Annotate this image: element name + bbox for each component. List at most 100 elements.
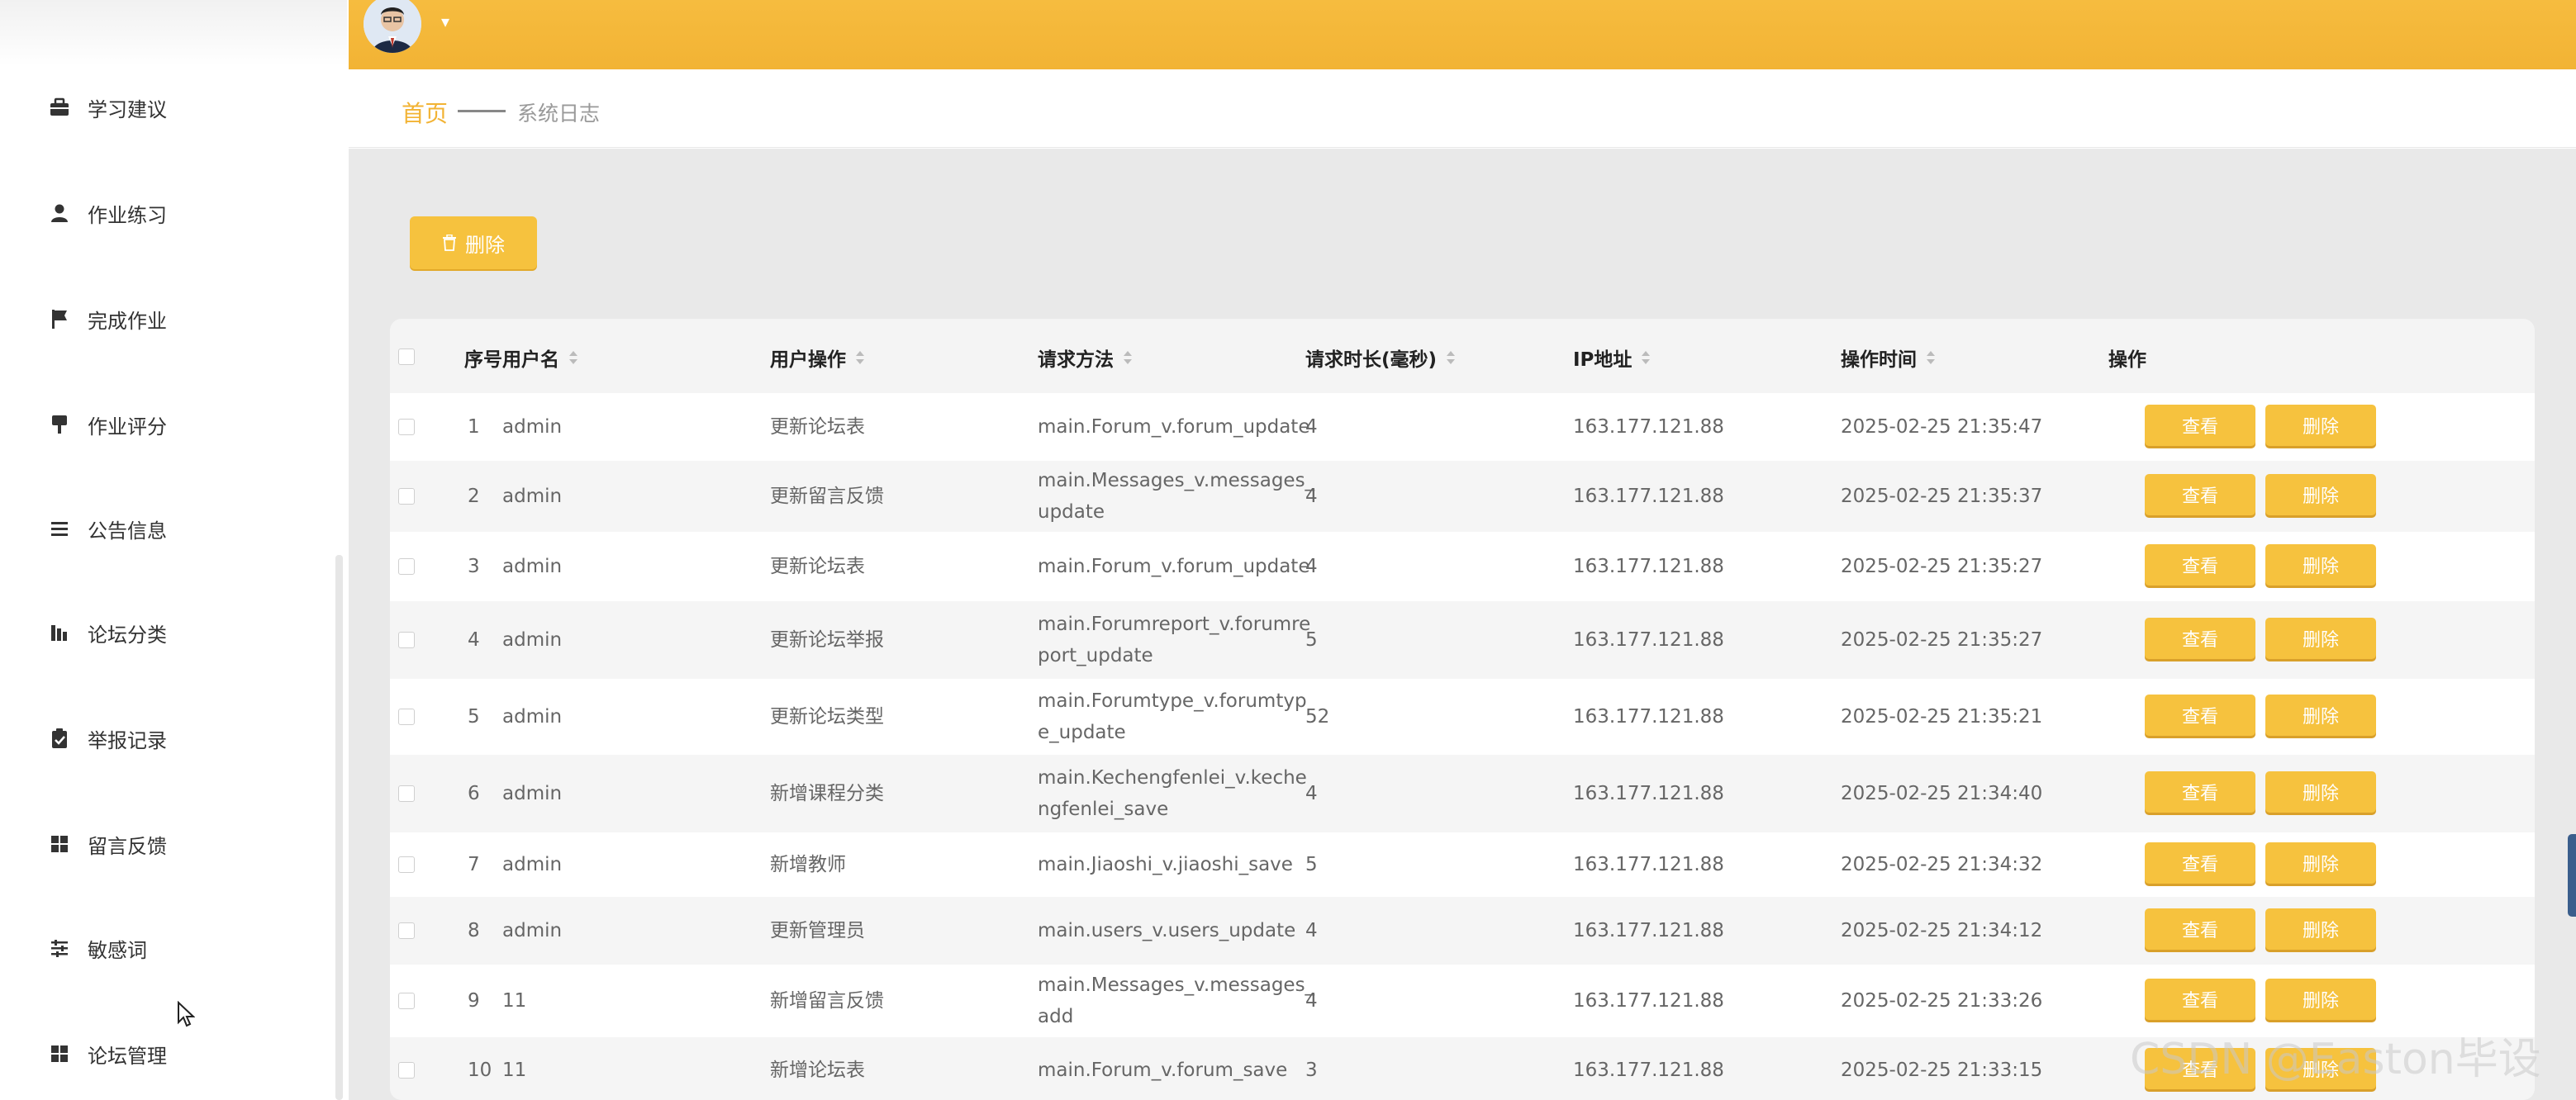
- row-delete-button[interactable]: 删除: [2265, 908, 2376, 950]
- view-button[interactable]: 查看: [2145, 908, 2255, 950]
- view-button[interactable]: 查看: [2145, 771, 2255, 813]
- sidebar-item-forum-management[interactable]: 论坛管理: [46, 1029, 167, 1079]
- col-header-method[interactable]: 请求方法: [1038, 344, 1134, 372]
- cell-time: 2025-02-25 21:35:47: [1841, 416, 2043, 438]
- briefcase-icon: [46, 94, 73, 121]
- row-delete-button[interactable]: 删除: [2265, 771, 2376, 813]
- sidebar-item-label: 公告信息: [88, 519, 167, 543]
- sort-icon[interactable]: [854, 350, 866, 365]
- cell-time: 2025-02-25 21:34:40: [1841, 783, 2043, 804]
- view-button[interactable]: 查看: [2145, 544, 2255, 586]
- col-header-label: 用户操作: [770, 349, 846, 371]
- sidebar-item-sensitive-words[interactable]: 敏感词: [46, 923, 147, 973]
- cell-username: admin: [502, 920, 563, 941]
- log-table: 序号 用户名 用户操作 请求方法 请求时长(毫秒) IP地址 操作时间 操作 1…: [390, 319, 2535, 1100]
- view-button[interactable]: 查看: [2145, 979, 2255, 1020]
- cell-operation: 更新留言反馈: [770, 486, 884, 507]
- cell-duration: 52: [1305, 706, 1330, 728]
- view-button[interactable]: 查看: [2145, 474, 2255, 515]
- col-header-duration[interactable]: 请求时长(毫秒): [1305, 344, 1457, 372]
- batch-delete-button[interactable]: 删除: [410, 216, 537, 269]
- sidebar-item-announcements[interactable]: 公告信息: [46, 504, 167, 553]
- table-row: 3 admin 更新论坛表 4 163.177.121.88 2025-02-25 21:…: [390, 532, 2535, 603]
- col-header-label: IP地址: [1573, 349, 1633, 371]
- col-header-operation[interactable]: 用户操作: [770, 344, 866, 372]
- cell-duration: 5: [1305, 854, 1318, 875]
- sort-icon[interactable]: [1640, 350, 1652, 365]
- view-button[interactable]: 查看: [2145, 618, 2255, 659]
- sidebar-item-label: 举报记录: [88, 728, 167, 752]
- cell-time: 2025-02-25 21:33:26: [1841, 990, 2043, 1012]
- col-header-label: 请求方法: [1038, 349, 1114, 371]
- row-checkbox[interactable]: [398, 993, 415, 1009]
- cell-ip: 163.177.121.88: [1573, 706, 1724, 728]
- view-button[interactable]: 查看: [2145, 405, 2255, 446]
- cell-operation: 更新论坛类型: [770, 706, 884, 728]
- sort-icon[interactable]: [1925, 350, 1937, 365]
- sidebar-item-study-advice[interactable]: 学习建议: [46, 83, 167, 132]
- cell-username: admin: [502, 556, 563, 577]
- row-checkbox[interactable]: [398, 785, 415, 802]
- sidebar-item-complete-homework[interactable]: 完成作业: [46, 294, 167, 344]
- sidebar-item-homework-practice[interactable]: 作业练习: [46, 188, 167, 238]
- cell-ip: 163.177.121.88: [1573, 920, 1724, 941]
- sidebar-item-forum-categories[interactable]: 论坛分类: [46, 608, 167, 657]
- table-row: 4 admin 更新论坛举报 5 163.177.121.88 2025-02-25 21…: [390, 601, 2535, 680]
- sidebar: 学习建议 作业练习 完成作业 作业评分 公告信息 论坛分类 举报记录 留言反馈 …: [0, 0, 347, 1100]
- cell-time: 2025-02-25 21:35:27: [1841, 629, 2043, 651]
- sidebar-item-label: 作业练习: [88, 203, 167, 227]
- select-all-checkbox[interactable]: [398, 348, 415, 365]
- sidebar-item-homework-grading[interactable]: 作业评分: [46, 400, 167, 449]
- row-delete-button[interactable]: 删除: [2265, 544, 2376, 586]
- sort-icon[interactable]: [1122, 350, 1134, 365]
- col-header-ip[interactable]: IP地址: [1573, 344, 1652, 372]
- col-header-username[interactable]: 用户名: [502, 344, 579, 372]
- cell-operation: 新增论坛表: [770, 1060, 865, 1081]
- col-header-index: 序号: [464, 344, 502, 372]
- table-row: 6 admin 新增课程分类 4 163.177.121.88 2025-02-25 21…: [390, 755, 2535, 834]
- cell-index: 8: [468, 920, 480, 941]
- col-header-label: 用户名: [502, 349, 559, 371]
- row-checkbox[interactable]: [398, 419, 415, 435]
- page-scrollbar-thumb[interactable]: [2568, 834, 2576, 917]
- row-delete-button[interactable]: 删除: [2265, 474, 2376, 515]
- row-checkbox[interactable]: [398, 632, 415, 648]
- sidebar-scrollbar[interactable]: [335, 555, 343, 1100]
- sort-icon[interactable]: [1445, 350, 1457, 365]
- cell-username: admin: [502, 854, 563, 875]
- row-delete-button[interactable]: 删除: [2265, 618, 2376, 659]
- view-button[interactable]: 查看: [2145, 842, 2255, 884]
- cell-operation: 更新论坛表: [770, 556, 865, 577]
- breadcrumb-home-link[interactable]: 首页: [402, 96, 448, 129]
- row-checkbox[interactable]: [398, 558, 415, 575]
- row-checkbox[interactable]: [398, 1062, 415, 1079]
- row-checkbox[interactable]: [398, 709, 415, 725]
- sidebar-item-feedback[interactable]: 留言反馈: [46, 819, 167, 869]
- row-delete-button[interactable]: 删除: [2265, 979, 2376, 1020]
- sidebar-item-label: 敏感词: [88, 938, 147, 962]
- row-delete-button[interactable]: 删除: [2265, 842, 2376, 884]
- sidebar-item-label: 论坛管理: [88, 1044, 167, 1068]
- sort-icon[interactable]: [568, 350, 579, 365]
- col-header-time[interactable]: 操作时间: [1841, 344, 1937, 372]
- cell-index: 6: [468, 783, 480, 804]
- row-delete-button[interactable]: 删除: [2265, 405, 2376, 446]
- breadcrumb-separator: [458, 110, 506, 112]
- row-checkbox[interactable]: [398, 922, 415, 939]
- cell-operation: 更新论坛表: [770, 416, 865, 438]
- cell-operation: 更新论坛举报: [770, 629, 884, 651]
- trash-icon: [442, 235, 457, 251]
- cell-operation: 新增教师: [770, 854, 846, 875]
- cell-ip: 163.177.121.88: [1573, 556, 1724, 577]
- view-button[interactable]: 查看: [2145, 695, 2255, 736]
- chevron-down-icon[interactable]: ▾: [441, 12, 449, 31]
- row-checkbox[interactable]: [398, 856, 415, 873]
- sidebar-item-report-records[interactable]: 举报记录: [46, 714, 167, 763]
- table-header: 序号 用户名 用户操作 请求方法 请求时长(毫秒) IP地址 操作时间 操作: [390, 319, 2535, 393]
- cell-ip: 163.177.121.88: [1573, 783, 1724, 804]
- breadcrumb-current: 系统日志: [517, 102, 601, 126]
- cell-index: 5: [468, 706, 480, 728]
- row-checkbox[interactable]: [398, 488, 415, 505]
- row-delete-button[interactable]: 删除: [2265, 695, 2376, 736]
- col-header-label: 请求时长(毫秒): [1305, 349, 1438, 371]
